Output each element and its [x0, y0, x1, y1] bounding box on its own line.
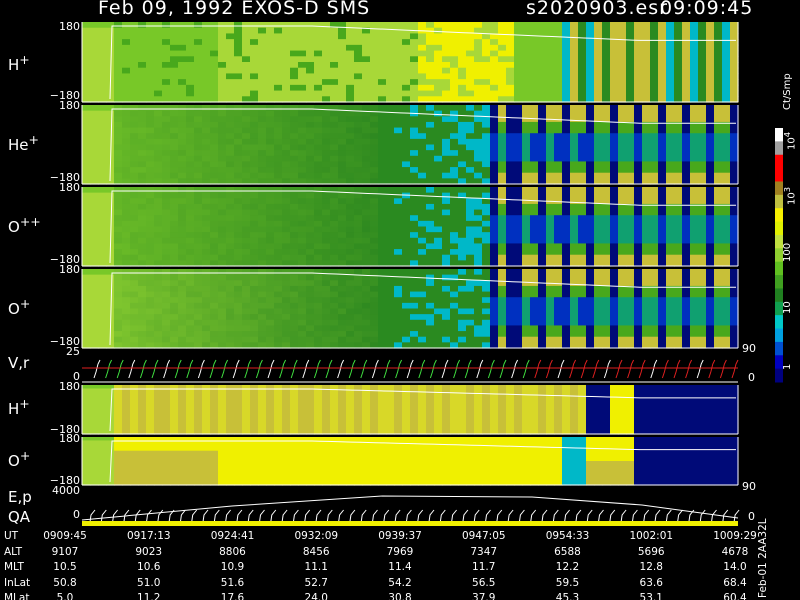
panel-o-pp [82, 187, 739, 267]
colorbar-swatch [775, 154, 783, 169]
footer-cell-ut: 0932:09 [294, 530, 339, 542]
qa-bar [82, 521, 738, 526]
colorbar-tick-1e4: 104 [782, 131, 798, 150]
footer-cell-ut: 0924:41 [210, 530, 255, 542]
side-label: Feb-01 2AA32L [757, 518, 769, 598]
spectrogram-canvas [81, 22, 783, 526]
panel-label-o-plus-2: O+ [8, 448, 31, 470]
footer-row-label-alt: ALT [4, 545, 23, 558]
footer-cell-ut: 0954:33 [545, 530, 590, 542]
footer-cell-mlt: 11.4 [388, 561, 412, 573]
footer-cell-mlt: 10.6 [137, 561, 161, 573]
footer-cell-mlt: 11.7 [472, 561, 496, 573]
colorbar-unit: Ct/Smp [782, 73, 793, 110]
panel-label-vr: V,r [8, 354, 30, 372]
footer-cell-alt: 5696 [637, 545, 665, 558]
ytick-opp-top: 180 [59, 181, 80, 194]
footer-cell-mlat: 24.0 [304, 592, 328, 600]
footer-cell-mlat: 53.1 [639, 592, 663, 600]
rtick-o2: 90 [742, 480, 756, 493]
footer-cell-inlat: 59.5 [555, 576, 580, 589]
footer-row-label-mlt: MLT [4, 561, 24, 573]
colorbar-swatch [775, 328, 783, 343]
footer-cell-inlat: 51.6 [220, 576, 245, 589]
panel-label-he-plus: He+ [8, 132, 39, 154]
colorbar-swatch [775, 261, 783, 276]
footer-cell-inlat: 56.5 [472, 576, 496, 589]
footer-cell-ut: 0917:13 [126, 530, 171, 542]
panel-label-h-plus-2: H+ [8, 396, 30, 418]
footer-cell-mlt: 11.1 [304, 561, 328, 573]
footer-row-label-inlat: InLat [4, 576, 31, 589]
footer-row-label-ut: UT [4, 530, 19, 542]
ytick-ep-mid: 0 [73, 508, 80, 521]
footer-cell-ut: 0939:37 [378, 530, 422, 542]
footer-row-label-mlat: MLat [4, 592, 30, 600]
footer-cell-alt: 9107 [51, 545, 79, 558]
footer-cell-alt: 6588 [554, 545, 581, 558]
panel-label-ep: E,p [8, 488, 32, 506]
colorbar-swatch [775, 208, 783, 223]
footer-cell-alt: 8806 [219, 545, 246, 558]
colorbar-tick-1: 1 [782, 363, 793, 370]
panel-h-plus [82, 22, 739, 103]
rtick-vr-bot: 0 [748, 371, 755, 384]
footer-cell-mlat: 30.8 [388, 592, 412, 600]
footer-cell-ut: 0947:05 [461, 530, 506, 542]
colorbar-swatch [775, 288, 783, 303]
ytick-o2-top: 180 [59, 432, 80, 445]
footer-cell-inlat: 52.7 [304, 576, 328, 589]
colorbar-swatch [775, 315, 783, 330]
colorbar-top [775, 128, 783, 131]
footer-cell-alt: 7969 [386, 545, 414, 558]
footer-cell-mlt: 12.2 [555, 561, 580, 573]
exos-d-sms-spectrogram: { "header": { "title": "Feb 09, 1992 EXO… [0, 0, 800, 600]
colorbar-tick-10: 10 [782, 301, 793, 314]
footer-cell-ut: 1002:01 [629, 530, 674, 542]
footer-cell-mlat: 11.2 [137, 592, 161, 600]
panel-label-h-plus: H+ [8, 52, 30, 74]
footer-cell-mlat: 17.6 [220, 592, 245, 600]
footer-cell-inlat: 63.6 [639, 576, 663, 589]
footer-cell-mlt: 10.9 [220, 561, 245, 573]
footer-cell-mlt: 10.5 [53, 561, 77, 573]
colorbar-swatch [775, 275, 783, 289]
panel-he-plus [82, 105, 739, 185]
panel-o-plus [82, 269, 739, 349]
footer-cell-inlat: 50.8 [53, 576, 77, 589]
rtick-op: 90 [742, 342, 756, 355]
footer-cell-mlat: 5.0 [56, 592, 74, 600]
footer-cell-alt: 7347 [470, 545, 498, 558]
panel-label-o-plus: O+ [8, 296, 31, 318]
footer-cell-inlat: 51.0 [137, 576, 161, 589]
footer-cell-ut: 0909:45 [43, 530, 87, 542]
panel-o-plus-2 [82, 437, 739, 486]
footer-cell-mlt: 12.8 [639, 561, 663, 573]
footer-cell-inlat: 54.2 [388, 576, 412, 589]
ytick-ep-top: 4000 [52, 484, 80, 497]
ytick-h-top: 180 [59, 20, 80, 33]
colorbar-tick-100: 100 [782, 242, 793, 262]
footer-cell-alt: 8456 [302, 545, 330, 558]
ytick-op-top: 180 [59, 263, 80, 276]
colorbar-swatch [775, 168, 783, 182]
panel-label-o-pp: O++ [8, 214, 41, 236]
panel-label-qa: QA [8, 508, 31, 526]
ytick-h2-top: 180 [59, 380, 80, 393]
panel-h-plus-2 [82, 385, 739, 435]
footer-cell-mlat: 45.3 [555, 592, 580, 600]
ytick-he-top: 180 [59, 99, 80, 112]
footer-cell-mlat: 37.9 [472, 592, 496, 600]
footer-cell-alt: 9023 [135, 545, 163, 558]
colorbar-tick-1e3: 103 [782, 186, 798, 205]
ytick-vr-top: 25 [66, 345, 80, 358]
colorbar-swatch [775, 221, 783, 236]
